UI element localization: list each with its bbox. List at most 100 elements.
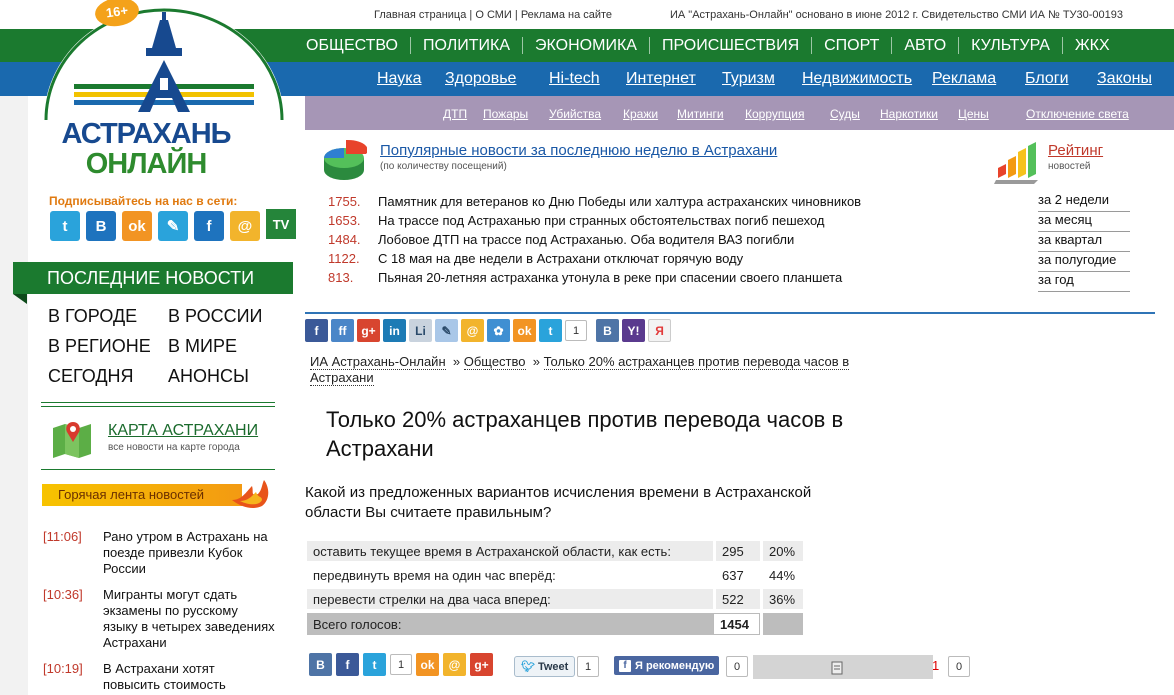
popular-news-title[interactable]: Популярные новости за последнюю неделю в… xyxy=(380,142,777,159)
breadcrumb-section[interactable]: Общество xyxy=(463,354,526,370)
yahoo-icon[interactable]: Y! xyxy=(622,319,645,342)
odnoklassniki-icon[interactable]: ok xyxy=(122,211,152,241)
twitter-share-count: 1 xyxy=(565,320,587,341)
popular-news-link[interactable]: Памятник для ветеранов ко Дню Победы или… xyxy=(378,194,861,209)
tag-dtp[interactable]: ДТП xyxy=(443,107,467,121)
nav-main-economy[interactable]: ЭКОНОМИКА xyxy=(535,37,637,55)
period-half-year[interactable]: за полугодие xyxy=(1038,252,1130,272)
nav-main-politics[interactable]: ПОЛИТИКА xyxy=(423,37,510,55)
view-count: 1653. xyxy=(328,213,361,228)
top-link-ads[interactable]: Реклама на сайте xyxy=(521,9,612,21)
google-plus-icon[interactable]: g+ xyxy=(357,319,380,342)
tag-power-outage[interactable]: Отключение света xyxy=(1026,107,1129,121)
nav-main-culture[interactable]: КУЛЬТУРА xyxy=(971,37,1050,55)
category-city[interactable]: В ГОРОДЕ xyxy=(48,306,137,327)
tag-corruption[interactable]: Коррупция xyxy=(745,107,804,121)
twitter-icon[interactable]: t xyxy=(539,319,562,342)
moi-krug-icon[interactable]: ✿ xyxy=(487,319,510,342)
odnoklassniki-icon[interactable]: ok xyxy=(416,653,439,676)
nav-sub-tourism[interactable]: Туризм xyxy=(722,70,775,88)
view-count: 1484. xyxy=(328,232,361,247)
category-announcements[interactable]: АНОНСЫ xyxy=(168,366,249,387)
map-link[interactable]: КАРТА АСТРАХАНИ xyxy=(108,422,258,440)
popular-news-link[interactable]: С 18 мая на две недели в Астрахани отклю… xyxy=(378,251,743,266)
facebook-recommend-button[interactable]: f Я рекомендую xyxy=(614,656,720,675)
nav-main-housing[interactable]: ЖКХ xyxy=(1075,37,1110,55)
top-link-home[interactable]: Главная страница xyxy=(374,9,466,21)
nav-separator xyxy=(958,37,960,54)
vkontakte-icon[interactable]: В xyxy=(86,211,116,241)
category-world[interactable]: В МИРЕ xyxy=(168,336,237,357)
facebook-icon[interactable]: f xyxy=(305,319,328,342)
share-bar-top: f ff g+ in Li ✎ @ ✿ ok t 1 В Y! Я xyxy=(305,319,671,342)
nav-sub-ads[interactable]: Реклама xyxy=(932,70,996,88)
hot-news-item[interactable]: [10:36] Мигранты могут сдать экзамены по… xyxy=(43,587,283,653)
vkontakte-icon[interactable]: В xyxy=(596,319,619,342)
twitter-icon[interactable]: t xyxy=(50,211,80,241)
tag-rallies[interactable]: Митинги xyxy=(677,107,724,121)
site-logo[interactable] xyxy=(44,0,284,120)
nav-sub-realty[interactable]: Недвижимость xyxy=(802,70,912,88)
nav-sub-health[interactable]: Здоровье xyxy=(445,70,516,88)
tweet-button[interactable]: 🐦︎ Tweet xyxy=(514,656,576,677)
hot-news-item[interactable]: [10:19] В Астрахани хотят повысить стоим… xyxy=(43,661,283,695)
popular-news-link[interactable]: На трассе под Астраханью при странных об… xyxy=(378,213,825,228)
category-today[interactable]: СЕГОДНЯ xyxy=(48,366,134,387)
category-russia[interactable]: В РОССИИ xyxy=(168,306,263,327)
tag-drugs[interactable]: Наркотики xyxy=(880,107,938,121)
rating-link[interactable]: Рейтинг xyxy=(1048,142,1103,159)
top-link-about[interactable]: О СМИ xyxy=(475,9,512,21)
poll-percent: 44% xyxy=(760,565,803,585)
livejournal-icon[interactable]: ✎ xyxy=(158,211,188,241)
livejournal-icon[interactable]: ✎ xyxy=(435,319,458,342)
friendfeed-icon[interactable]: ff xyxy=(331,319,354,342)
linkedin-icon[interactable]: in xyxy=(383,319,406,342)
nav-sub-internet[interactable]: Интернет xyxy=(626,70,696,88)
facebook-icon[interactable]: f xyxy=(194,211,224,241)
map-icon[interactable] xyxy=(51,420,93,458)
twitter-icon[interactable]: t xyxy=(363,653,386,676)
nav-sub-science[interactable]: Наука xyxy=(377,70,422,88)
facebook-icon[interactable]: f xyxy=(336,653,359,676)
period-2-weeks[interactable]: за 2 недели xyxy=(1038,192,1130,212)
hot-news-item[interactable]: [11:06] Рано утром в Астрахань на поезде… xyxy=(43,529,283,579)
tag-prices[interactable]: Цены xyxy=(958,107,989,121)
mail-icon[interactable]: @ xyxy=(461,319,484,342)
hot-news-text[interactable]: Мигранты могут сдать экзамены по русском… xyxy=(103,587,275,651)
odnoklassniki-icon[interactable]: ok xyxy=(513,319,536,342)
tag-thefts[interactable]: Кражи xyxy=(623,107,658,121)
period-year[interactable]: за год xyxy=(1038,272,1130,292)
tv-icon[interactable]: TV xyxy=(266,209,296,239)
nav-sub-hitech[interactable]: Hi-tech xyxy=(549,70,600,88)
nav-main-auto[interactable]: АВТО xyxy=(904,37,946,55)
popular-news-link[interactable]: Лобовое ДТП на трассе под Астраханью. Об… xyxy=(378,232,794,247)
plusone-widget[interactable] xyxy=(753,655,933,679)
hot-news-text[interactable]: Рано утром в Астрахань на поезде привезл… xyxy=(103,529,275,577)
last-news-header[interactable]: ПОСЛЕДНИЕ НОВОСТИ xyxy=(13,262,293,294)
top-links: Главная страница | О СМИ | Реклама на са… xyxy=(374,9,613,21)
hot-news-text[interactable]: В Астрахани хотят повысить стоимость xyxy=(103,661,275,693)
category-region[interactable]: В РЕГИОНЕ xyxy=(48,336,151,357)
nav-sub-blogs[interactable]: Блоги xyxy=(1025,70,1069,88)
vkontakte-icon[interactable]: В xyxy=(309,653,332,676)
nav-separator xyxy=(1061,37,1063,54)
yandex-icon[interactable]: Я xyxy=(648,319,671,342)
tag-murders[interactable]: Убийства xyxy=(549,107,601,121)
registration-info: ИА "Астрахань-Онлайн" основано в июне 20… xyxy=(670,9,1124,21)
mail-icon[interactable]: @ xyxy=(230,211,260,241)
tag-fires[interactable]: Пожары xyxy=(483,107,528,121)
breadcrumb-home[interactable]: ИА Астрахань-Онлайн xyxy=(310,354,446,370)
map-subtitle: все новости на карте города xyxy=(108,442,240,453)
google-plus-icon[interactable]: g+ xyxy=(470,653,493,676)
nav-main-society[interactable]: ОБЩЕСТВО xyxy=(306,37,398,55)
popular-news-link[interactable]: Пьяная 20-летняя астраханка утонула в ре… xyxy=(378,270,842,285)
mail-icon[interactable]: @ xyxy=(443,653,466,676)
divider xyxy=(41,469,275,470)
tag-courts[interactable]: Суды xyxy=(830,107,860,121)
period-month[interactable]: за месяц xyxy=(1038,212,1130,232)
nav-main-sport[interactable]: СПОРТ xyxy=(824,37,879,55)
period-quarter[interactable]: за квартал xyxy=(1038,232,1130,252)
nav-main-incidents[interactable]: ПРОИСШЕСТВИЯ xyxy=(662,37,799,55)
nav-sub-laws[interactable]: Законы xyxy=(1097,70,1152,88)
liveinternet-icon[interactable]: Li xyxy=(409,319,432,342)
